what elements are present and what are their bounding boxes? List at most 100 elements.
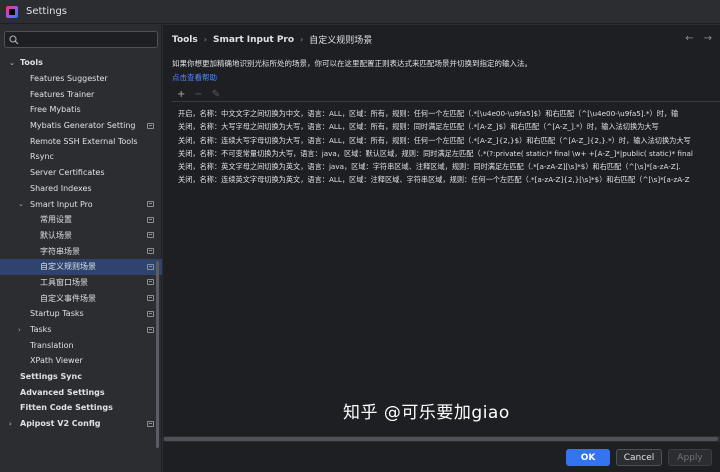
rules-horizontal-scrollbar[interactable] xyxy=(163,436,720,442)
sidebar-item-label: Advanced Settings xyxy=(20,387,105,397)
sidebar-item-label: Mybatis Generator Setting xyxy=(30,121,136,131)
sidebar-item[interactable]: Startup Tasks xyxy=(0,306,162,322)
sidebar-item[interactable]: 自定义规则场景 xyxy=(0,258,162,275)
chevron-down-icon[interactable]: ⌄ xyxy=(18,200,24,208)
help-link[interactable]: 点击查看帮助 xyxy=(172,72,217,83)
project-level-icon xyxy=(147,310,154,317)
project-level-icon xyxy=(147,122,154,129)
rules-list: 开启，名称：中文文字之间切换为中文，语言：ALL，区域：所有，规则：任何一个左匹… xyxy=(172,101,720,435)
sidebar-item[interactable]: XPath Viewer xyxy=(0,353,162,369)
sidebar-item[interactable]: 默认场景 xyxy=(0,228,162,244)
sidebar-item[interactable]: Translation xyxy=(0,337,162,353)
project-level-icon xyxy=(147,263,154,270)
sidebar-item-label: 常用设置 xyxy=(40,215,72,225)
scrollbar-thumb[interactable] xyxy=(164,437,718,441)
breadcrumb-smart-input-pro[interactable]: Smart Input Pro xyxy=(213,35,294,45)
sidebar-item-label: Free Mybatis xyxy=(30,105,81,115)
project-level-icon xyxy=(147,279,154,286)
rule-row[interactable]: 开启，名称：中文文字之间切换为中文，语言：ALL，区域：所有，规则：任何一个左匹… xyxy=(172,107,720,120)
chevron-down-icon[interactable]: ⌄ xyxy=(9,59,15,67)
add-rule-icon[interactable]: + xyxy=(177,89,185,100)
sidebar-item[interactable]: Features Suggester xyxy=(0,71,162,87)
sidebar-item[interactable]: Fitten Code Settings xyxy=(0,400,162,416)
sidebar-item-label: 自定义事件场景 xyxy=(40,293,96,303)
sidebar-item-label: Startup Tasks xyxy=(30,309,84,319)
chevron-right-icon[interactable]: › xyxy=(9,420,12,428)
rules-toolbar: + − ✎ xyxy=(177,89,220,100)
project-level-icon xyxy=(147,326,154,333)
settings-tree: ⌄ Tools Features Suggester Features Trainer… xyxy=(0,55,162,432)
rule-row[interactable]: 关闭，名称：大写字母之间切换为大写，语言：ALL，区域：所有，规则：同时满足左匹… xyxy=(172,120,720,133)
edit-rule-icon[interactable]: ✎ xyxy=(212,89,220,100)
sidebar-item[interactable]: Server Certificates xyxy=(0,165,162,181)
ok-button[interactable]: OK xyxy=(566,449,610,466)
sidebar-item-label: XPath Viewer xyxy=(30,356,83,366)
sidebar-item[interactable]: 字符串场景 xyxy=(0,243,162,259)
title-bar: Settings xyxy=(0,0,720,24)
sidebar-item-label: Fitten Code Settings xyxy=(20,403,113,413)
rule-row[interactable]: 关闭，名称：连续大写字母切换为大写，语言：ALL，区域：所有，规则：任何一个左匹… xyxy=(172,134,720,147)
settings-search-input[interactable] xyxy=(23,34,143,45)
rule-row[interactable]: 关闭，名称：英文字母之间切换为英文，语言：java，区域：字符串区域、注释区域，… xyxy=(172,160,720,173)
sidebar-item[interactable]: ⌄ Tools xyxy=(0,55,162,71)
sidebar-item-label: 默认场景 xyxy=(40,230,72,240)
remove-rule-icon[interactable]: − xyxy=(194,89,202,100)
sidebar-item-label: Features Suggester xyxy=(30,74,108,84)
zhihu-watermark: 知乎 @可乐要加giao xyxy=(343,403,510,423)
sidebar-item-label: Tools xyxy=(20,58,43,68)
forward-arrow-icon[interactable]: → xyxy=(704,33,712,44)
sidebar-item[interactable]: 工具窗口场景 xyxy=(0,275,162,291)
breadcrumb-custom-rules: 自定义规则场景 xyxy=(309,36,373,46)
project-level-icon xyxy=(147,248,154,255)
sidebar-item-label: Features Trainer xyxy=(30,89,95,99)
sidebar-item-label: Shared Indexes xyxy=(30,183,92,193)
sidebar-item[interactable]: Remote SSH External Tools xyxy=(0,133,162,149)
sidebar-item-label: Server Certificates xyxy=(30,168,105,178)
sidebar-scrollbar[interactable] xyxy=(156,261,159,448)
sidebar-item-label: 字符串场景 xyxy=(40,246,80,256)
project-level-icon xyxy=(147,201,154,208)
sidebar-item[interactable]: Features Trainer xyxy=(0,86,162,102)
sidebar-item-label: Smart Input Pro xyxy=(30,199,93,209)
sidebar-item[interactable]: Rsync xyxy=(0,149,162,165)
rule-row[interactable]: 关闭，名称：不可变常量切换为大写，语言：java，区域：默认区域，规则：同时满足… xyxy=(172,147,720,160)
project-level-icon xyxy=(147,232,154,239)
back-arrow-icon[interactable]: ← xyxy=(685,33,693,44)
sidebar-item[interactable]: Shared Indexes xyxy=(0,181,162,197)
sidebar-item[interactable]: ⌄ Smart Input Pro xyxy=(0,196,162,212)
sidebar-item[interactable]: › Tasks xyxy=(0,322,162,338)
sidebar-item[interactable]: Advanced Settings xyxy=(0,384,162,400)
search-icon xyxy=(9,34,19,44)
chevron-right-icon: › xyxy=(300,35,304,44)
chevron-right-icon: › xyxy=(203,35,207,44)
apply-button[interactable]: Apply xyxy=(668,449,712,466)
sidebar-item-label: 工具窗口场景 xyxy=(40,277,88,287)
rule-row[interactable]: 关闭，名称：连续英文字母切换为英文，语言：ALL，区域：注释区域、字符串区域，规… xyxy=(172,173,720,186)
sidebar-item[interactable]: 常用设置 xyxy=(0,212,162,228)
sidebar-item[interactable]: Mybatis Generator Setting xyxy=(0,118,162,134)
breadcrumb: Tools › Smart Input Pro › 自定义规则场景 xyxy=(172,33,373,47)
sidebar-item-label: Translation xyxy=(30,340,74,350)
settings-search-box[interactable] xyxy=(4,31,158,48)
page-description: 如果你想更加精确地识别光标所处的场景，你可以在这里配置正则表达式来匹配场景并切换… xyxy=(172,59,532,68)
chevron-right-icon[interactable]: › xyxy=(18,326,21,334)
sidebar-item[interactable]: Settings Sync xyxy=(0,369,162,385)
sidebar-item[interactable]: 自定义事件场景 xyxy=(0,290,162,306)
settings-sidebar: ⌄ Tools Features Suggester Features Trainer… xyxy=(0,25,162,472)
sidebar-item[interactable]: › Apipost V2 Config xyxy=(0,416,162,432)
intellij-app-icon xyxy=(6,5,18,18)
project-level-icon xyxy=(147,295,154,302)
breadcrumb-tools[interactable]: Tools xyxy=(172,35,198,45)
sidebar-item-label: Remote SSH External Tools xyxy=(30,136,138,146)
sidebar-item-label: Apipost V2 Config xyxy=(20,419,101,429)
sidebar-item[interactable]: Free Mybatis xyxy=(0,102,162,118)
window-title: Settings xyxy=(26,6,68,17)
history-nav: ← → xyxy=(685,33,712,44)
sidebar-item-label: Settings Sync xyxy=(20,372,82,382)
sidebar-item-label: Tasks xyxy=(30,325,52,335)
project-level-icon xyxy=(147,420,154,427)
sidebar-item-label: 自定义规则场景 xyxy=(40,262,96,272)
sidebar-item-label: Rsync xyxy=(30,152,54,162)
cancel-button[interactable]: Cancel xyxy=(616,449,662,466)
project-level-icon xyxy=(147,216,154,223)
